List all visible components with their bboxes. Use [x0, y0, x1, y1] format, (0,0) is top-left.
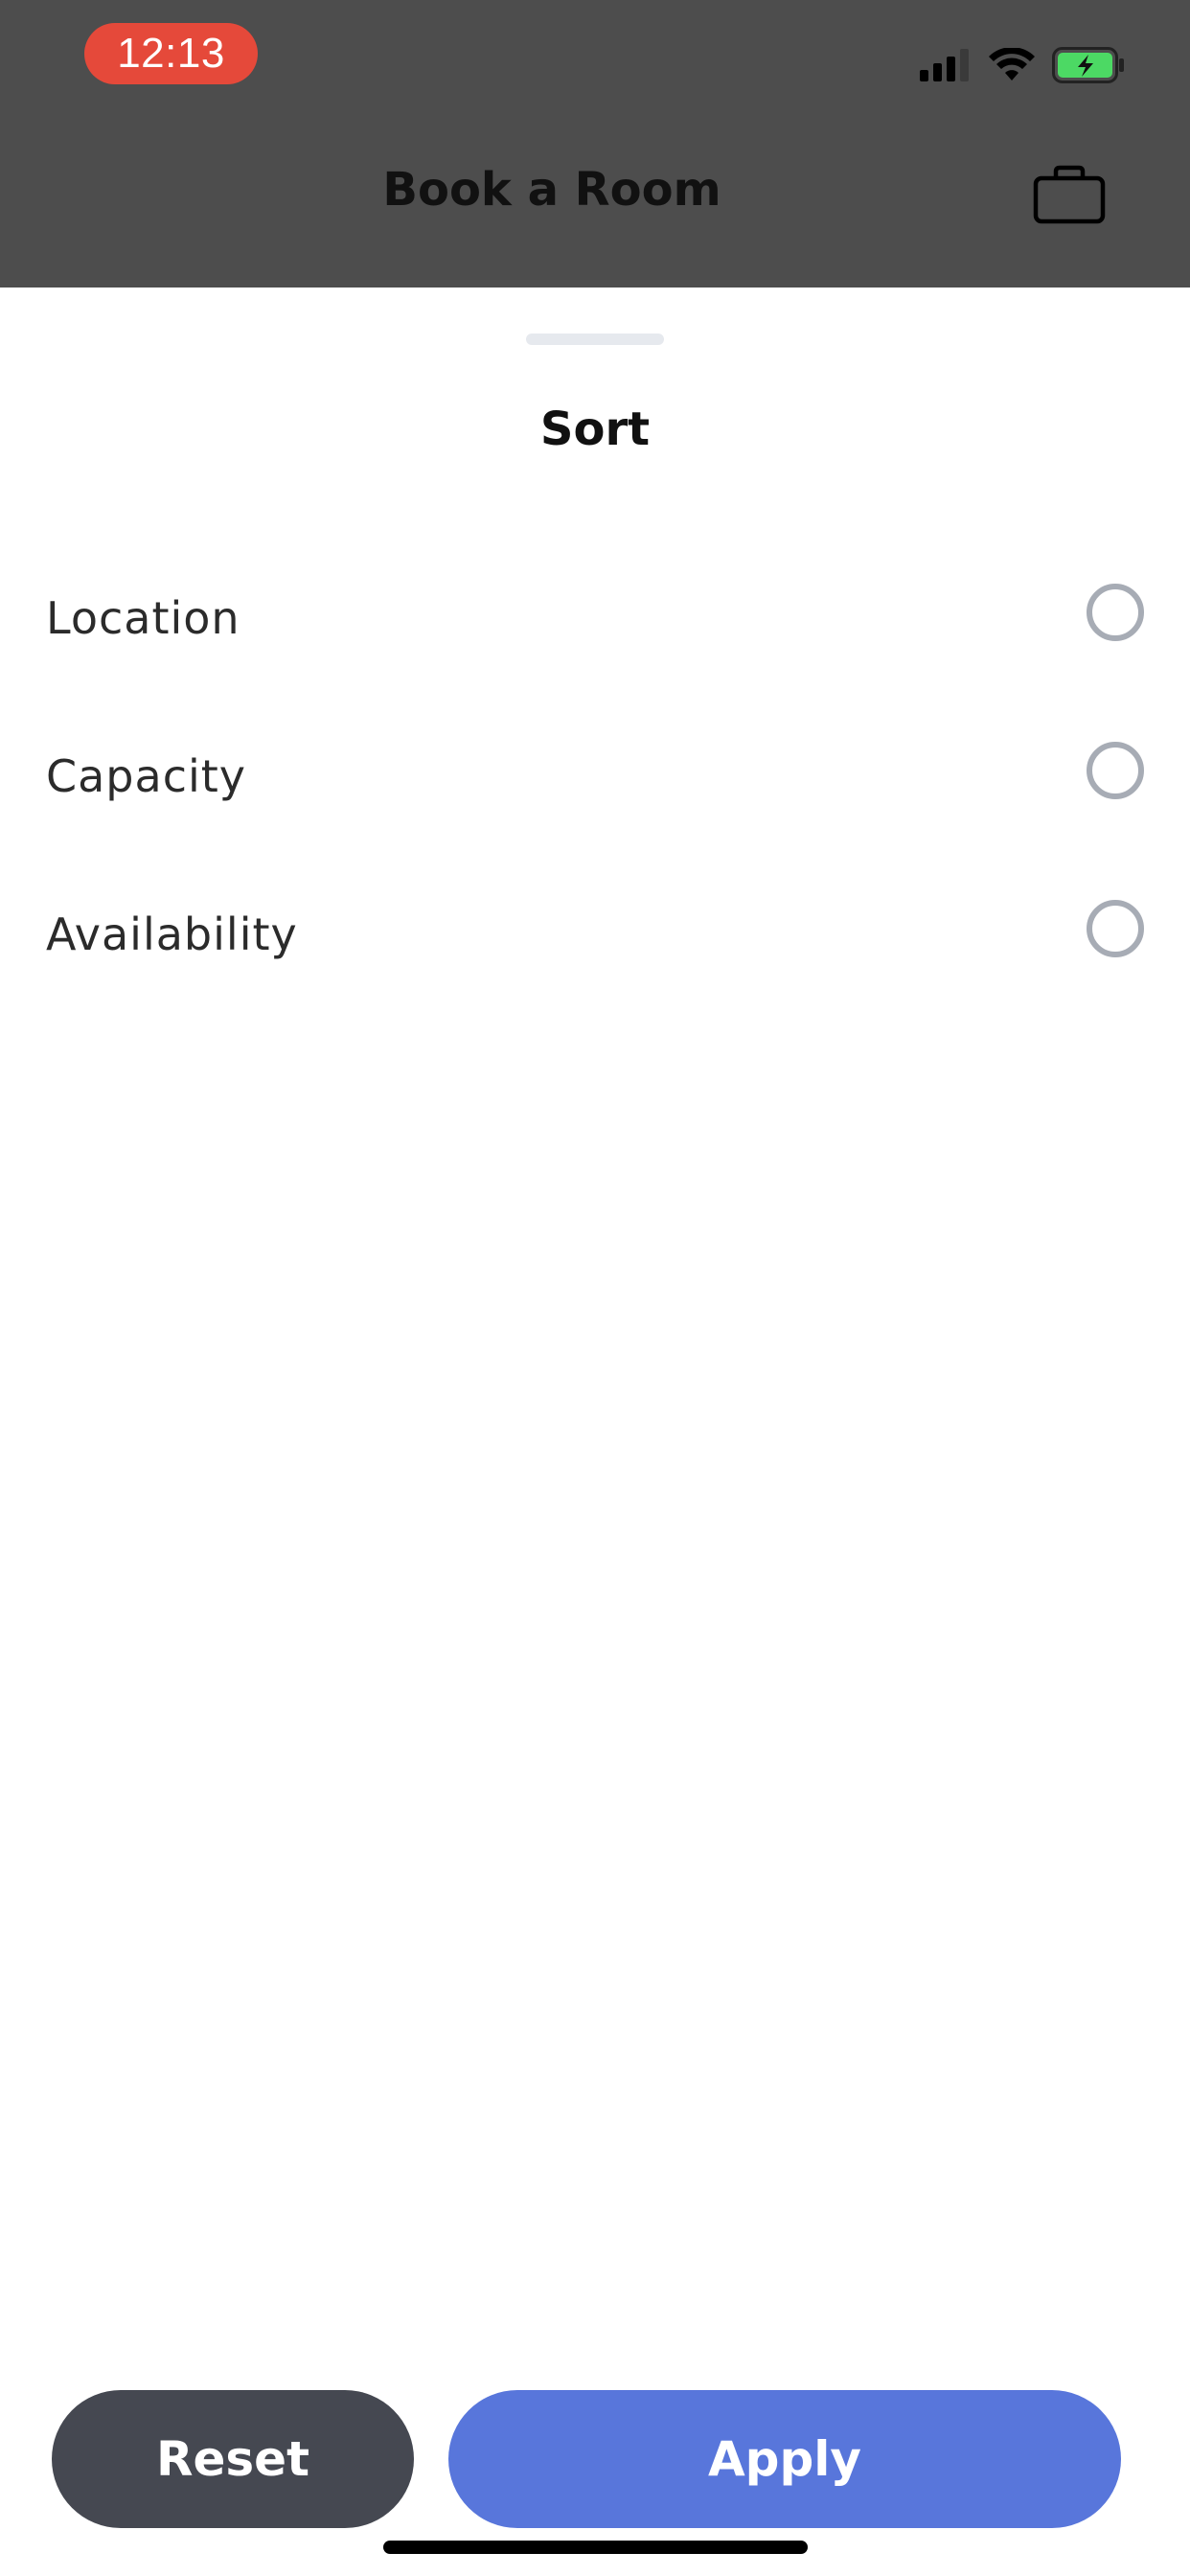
apply-button[interactable]: Apply — [448, 2390, 1121, 2528]
sort-option-label: Availability — [46, 908, 298, 960]
briefcase-button[interactable] — [1031, 163, 1108, 230]
battery-charging-icon — [1052, 47, 1125, 83]
sort-sheet-screen: 12:13 Book a Room Sort Location Capacity… — [0, 0, 1190, 2576]
sheet-title: Sort — [539, 402, 651, 456]
home-indicator[interactable] — [383, 2541, 808, 2554]
status-time: 12:13 — [117, 30, 225, 77]
radio-button-capacity[interactable] — [1087, 741, 1144, 799]
sort-sheet: Sort Location Capacity Availability — [0, 288, 1190, 2576]
sheet-grabber[interactable] — [526, 334, 664, 345]
reset-button[interactable]: Reset — [52, 2390, 414, 2528]
cellular-signal-icon — [920, 49, 972, 81]
sort-option-label: Capacity — [46, 749, 247, 802]
status-time-pill: 12:13 — [84, 23, 258, 84]
radio-button-location[interactable] — [1087, 583, 1144, 641]
sort-option-capacity[interactable]: Capacity — [0, 697, 1190, 855]
nav-bar: Book a Room — [0, 134, 1190, 259]
briefcase-icon — [1033, 165, 1106, 228]
sort-option-label: Location — [46, 591, 240, 644]
dimmed-header: 12:13 Book a Room — [0, 0, 1190, 288]
wifi-icon — [989, 48, 1035, 82]
radio-button-availability[interactable] — [1087, 899, 1144, 957]
status-icons — [920, 42, 1125, 88]
action-buttons: Reset Apply — [0, 2390, 1190, 2530]
page-title: Book a Room — [382, 163, 721, 217]
sort-options-list: Location Capacity Availability — [0, 539, 1190, 1013]
sort-option-location[interactable]: Location — [0, 539, 1190, 697]
sort-option-availability[interactable]: Availability — [0, 855, 1190, 1013]
status-bar: 12:13 — [0, 0, 1190, 115]
